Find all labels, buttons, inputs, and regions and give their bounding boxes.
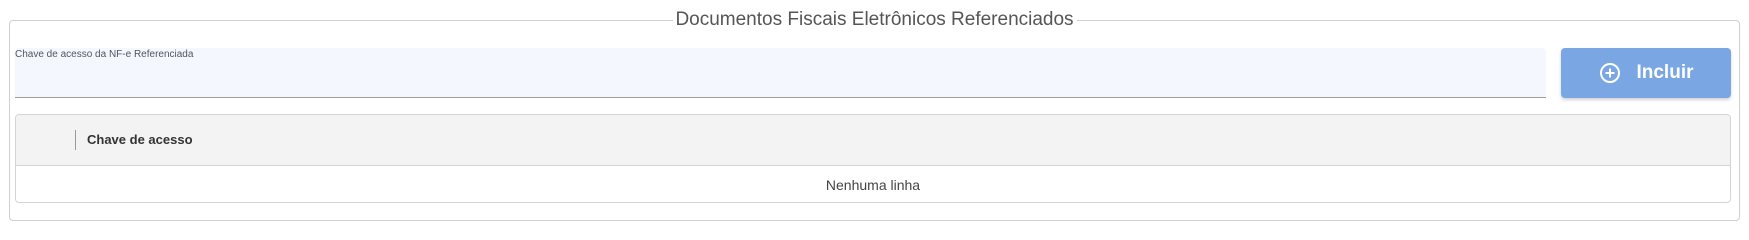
plus-circle-icon xyxy=(1598,61,1622,85)
access-key-input[interactable] xyxy=(15,64,1546,96)
add-button-label: Incluir xyxy=(1636,62,1694,83)
access-key-label: Chave de acesso da NF-e Referenciada xyxy=(15,49,194,60)
add-button[interactable]: Incluir xyxy=(1561,48,1731,98)
column-separator[interactable] xyxy=(75,130,76,150)
section-title: Documentos Fiscais Eletrônicos Referenci… xyxy=(672,9,1077,31)
grid-header: Chave de acesso xyxy=(16,115,1730,166)
grid-empty-message: Nenhuma linha xyxy=(825,176,921,193)
column-header-access-key[interactable]: Chave de acesso xyxy=(87,132,193,147)
access-key-field[interactable]: Chave de acesso da NF-e Referenciada xyxy=(15,48,1546,98)
access-key-grid: Chave de acesso Nenhuma linha xyxy=(15,114,1731,203)
